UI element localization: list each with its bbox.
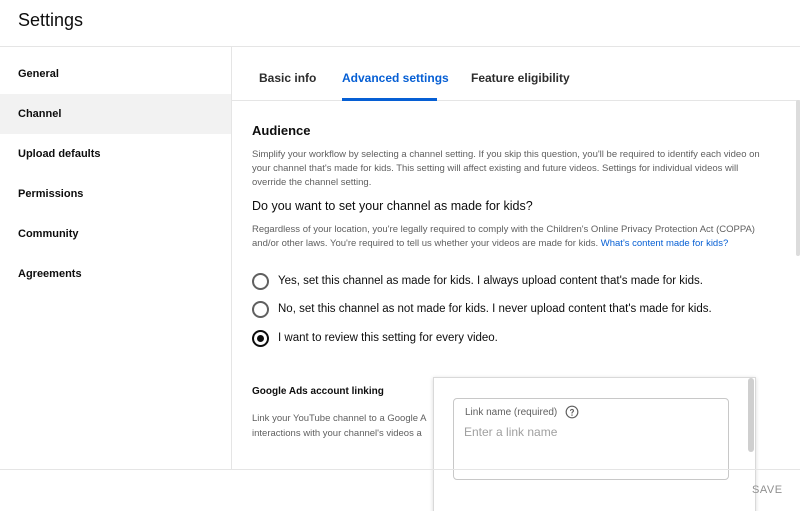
- google-ads-description-line: interactions with your channel's videos …: [252, 428, 422, 439]
- settings-sidebar: General Channel Upload defaults Permissi…: [0, 47, 232, 469]
- option-label: I want to review this setting for every …: [278, 332, 498, 344]
- option-label: No, set this channel as not made for kid…: [278, 303, 712, 315]
- sidebar-item-permissions[interactable]: Permissions: [0, 174, 231, 214]
- radio-button[interactable]: [252, 300, 269, 318]
- google-ads-description: Link your YouTube channel to a Google A …: [252, 411, 436, 441]
- sidebar-item-upload-defaults[interactable]: Upload defaults: [0, 134, 231, 174]
- link-name-field[interactable]: Link name (required): [453, 398, 729, 480]
- page-title: Settings: [18, 10, 84, 30]
- option-made-for-kids[interactable]: Yes, set this channel as made for kids. …: [252, 271, 703, 291]
- dialog-scrollbar[interactable]: [748, 378, 754, 452]
- made-for-kids-help-link[interactable]: What's content made for kids?: [601, 238, 729, 249]
- tab-feature-eligibility[interactable]: Feature eligibility: [471, 71, 570, 85]
- link-name-input[interactable]: [464, 425, 718, 439]
- tab-bar: Basic info Advanced settings Feature eli…: [232, 47, 800, 101]
- page-header: Settings: [0, 0, 800, 47]
- coppa-legal-text: Regardless of your location, you're lega…: [252, 223, 772, 251]
- tab-basic-info[interactable]: Basic info: [259, 71, 316, 85]
- google-ads-description-line: Link your YouTube channel to a Google A: [252, 413, 427, 424]
- audience-section-title: Audience: [252, 123, 311, 138]
- link-name-label: Link name (required): [465, 405, 579, 419]
- content-scrollbar[interactable]: [796, 100, 800, 256]
- sidebar-item-general[interactable]: General: [0, 54, 231, 94]
- save-button[interactable]: SAVE: [752, 484, 783, 496]
- footer-bar: [0, 469, 800, 511]
- google-ads-section-title: Google Ads account linking: [252, 386, 384, 397]
- sidebar-item-agreements[interactable]: Agreements: [0, 254, 231, 294]
- option-label: Yes, set this channel as made for kids. …: [278, 275, 703, 287]
- radio-button-selected[interactable]: [252, 329, 269, 347]
- link-name-label-text: Link name (required): [465, 406, 558, 418]
- radio-button[interactable]: [252, 272, 269, 290]
- help-icon[interactable]: [565, 405, 579, 419]
- made-for-kids-question: Do you want to set your channel as made …: [252, 199, 533, 213]
- option-review-every-video[interactable]: I want to review this setting for every …: [252, 328, 498, 348]
- active-tab-indicator: [342, 98, 437, 101]
- audience-description: Simplify your workflow by selecting a ch…: [252, 149, 760, 188]
- sidebar-item-community[interactable]: Community: [0, 214, 231, 254]
- option-not-made-for-kids[interactable]: No, set this channel as not made for kid…: [252, 299, 712, 319]
- sidebar-item-channel[interactable]: Channel: [0, 94, 231, 134]
- tab-advanced-settings[interactable]: Advanced settings: [342, 71, 449, 85]
